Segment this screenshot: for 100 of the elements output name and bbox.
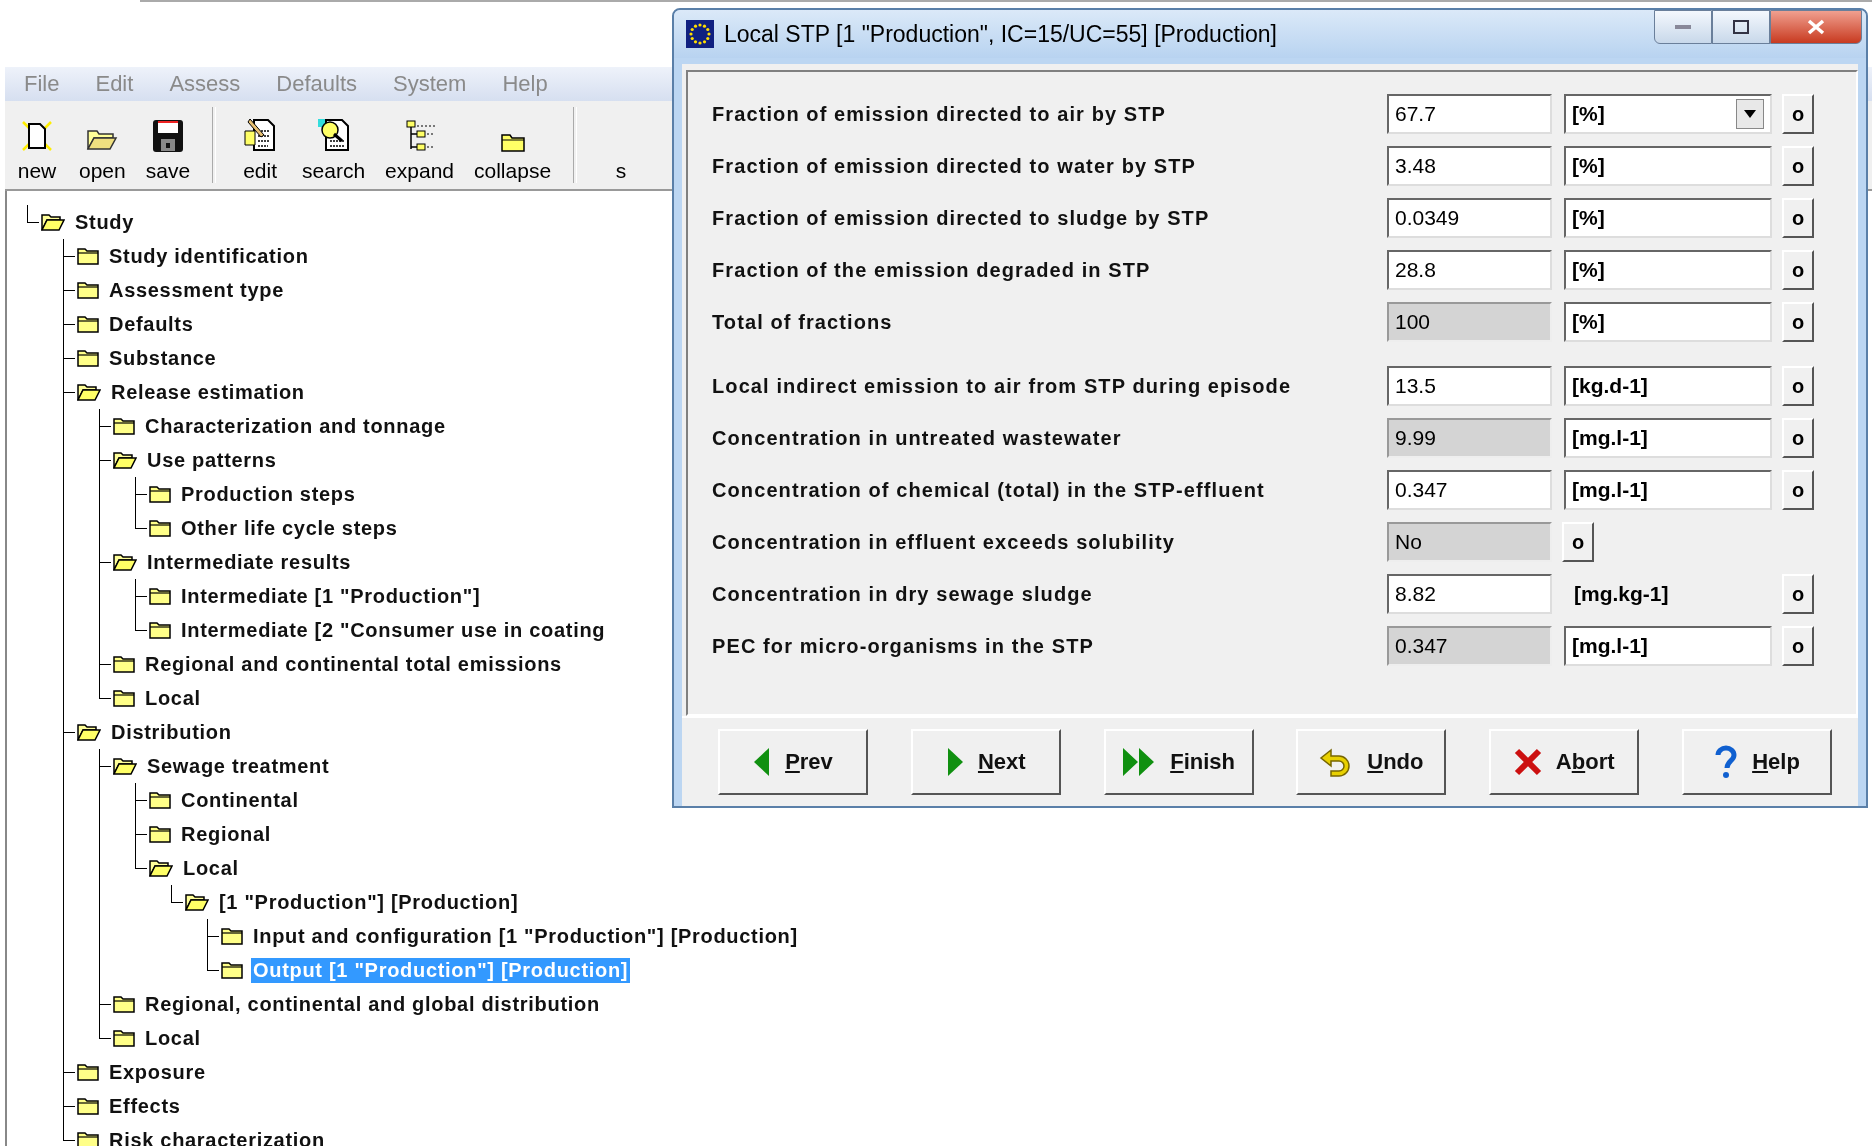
minimize-icon	[1675, 25, 1691, 29]
tree-item[interactable]: Intermediate [2 "Consumer use in coating	[179, 617, 608, 643]
tree-item[interactable]: Distribution	[109, 719, 234, 745]
new-document-icon	[19, 119, 55, 153]
option-button[interactable]: o	[1782, 366, 1814, 406]
tree-item[interactable]: Local	[143, 1025, 203, 1051]
tree-item[interactable]: Input and configuration [1 "Production"] [Production]	[251, 923, 800, 949]
flag-icon	[686, 20, 714, 48]
toolbar-button[interactable]: search	[292, 117, 376, 189]
tree-item[interactable]: Exposure	[107, 1059, 208, 1085]
tree-item[interactable]: Release estimation	[109, 379, 307, 405]
tree-item[interactable]: Production steps	[179, 481, 358, 507]
tree-item[interactable]: [1 "Production"] [Production]	[217, 889, 521, 915]
field-label: PEC for micro-organisms in the STP	[712, 634, 1095, 658]
toolbar-button[interactable]: s	[589, 119, 654, 189]
unit-field[interactable]: [mg.l-1]	[1564, 470, 1772, 510]
tree-item[interactable]: Sewage treatment	[145, 753, 332, 779]
document-magnifier-icon	[315, 117, 352, 153]
toolbar-button[interactable]: save	[135, 119, 201, 189]
wizard-button[interactable]: Undo	[1296, 729, 1447, 795]
field-label: Concentration in dry sewage sludge	[712, 582, 1094, 606]
close-icon	[1807, 19, 1825, 35]
tree-item[interactable]: Substance	[107, 345, 219, 371]
cross-icon	[1513, 747, 1542, 777]
value-field[interactable]: 13.5	[1387, 366, 1552, 406]
value-field[interactable]: 67.7	[1387, 94, 1552, 134]
option-button[interactable]: o	[1782, 198, 1814, 238]
option-button[interactable]: o	[1562, 522, 1594, 562]
unit-field[interactable]: [%]	[1564, 302, 1772, 342]
tree-item[interactable]: Regional and continental total emissions	[143, 651, 564, 677]
tree-item[interactable]: Effects	[107, 1093, 183, 1119]
tree-item[interactable]: Local	[181, 855, 241, 881]
unit-dropdown[interactable]: [%]	[1564, 94, 1772, 134]
tree-item[interactable]: Assessment type	[107, 277, 287, 303]
dropdown-arrow-icon	[1744, 110, 1756, 118]
value-field[interactable]: No	[1387, 522, 1552, 562]
field-label: Total of fractions	[712, 310, 894, 334]
value-field[interactable]: 0.347	[1387, 626, 1552, 666]
wizard-button[interactable]: Help	[1682, 729, 1832, 795]
field-label: Fraction of emission directed to air by STP	[712, 102, 1168, 126]
option-button[interactable]: o	[1782, 146, 1814, 186]
folder-icon	[499, 131, 526, 153]
minimize-button[interactable]	[1654, 10, 1712, 44]
tree-item[interactable]: Study	[73, 209, 137, 235]
field-label: Fraction of the emission degraded in STP	[712, 258, 1152, 282]
wizard-button[interactable]: Abort	[1489, 729, 1640, 795]
open-folder-icon	[86, 127, 119, 153]
option-button[interactable]: o	[1782, 94, 1814, 134]
field-label: Concentration in effluent exceeds solubility	[712, 530, 1176, 554]
field-label: Concentration in untreated wastewater	[712, 426, 1123, 450]
option-button[interactable]: o	[1782, 626, 1814, 666]
toolbar-button[interactable]: open	[69, 127, 136, 189]
close-button[interactable]	[1770, 10, 1862, 44]
tree-item[interactable]: Study identification	[107, 243, 311, 269]
left-arrow-icon	[753, 747, 772, 777]
unit-field[interactable]: [mg.l-1]	[1564, 418, 1772, 458]
wizard-button[interactable]: Next	[910, 729, 1061, 795]
unit-label: [mg.kg-1]	[1573, 581, 1670, 607]
field-label: Local indirect emission to air from STP during episode	[712, 374, 1293, 398]
tree-item[interactable]: Risk characterization	[107, 1127, 327, 1146]
unit-field[interactable]: [%]	[1564, 250, 1772, 290]
maximize-icon	[1733, 20, 1749, 34]
option-button[interactable]: o	[1782, 574, 1814, 614]
toolbar-button[interactable]: expand	[375, 119, 464, 189]
maximize-button[interactable]	[1712, 10, 1770, 44]
unit-field[interactable]: [kg.d-1]	[1564, 366, 1772, 406]
value-field[interactable]: 9.99	[1387, 418, 1552, 458]
toolbar-button[interactable]: edit	[228, 117, 293, 189]
unit-field[interactable]: [mg.l-1]	[1564, 626, 1772, 666]
tree-item[interactable]: Regional	[179, 821, 274, 847]
value-field[interactable]: 0.347	[1387, 470, 1552, 510]
option-button[interactable]: o	[1782, 418, 1814, 458]
option-button[interactable]: o	[1782, 302, 1814, 342]
toolbar-button[interactable]: collapse	[464, 131, 562, 189]
window-title: Local STP [1 "Production", IC=15/UC=55] [Production]	[724, 20, 1278, 48]
value-field[interactable]: 28.8	[1387, 250, 1552, 290]
tree-item[interactable]: Continental	[179, 787, 301, 813]
tree-item[interactable]: Local	[143, 685, 203, 711]
tree-item[interactable]: Defaults	[107, 311, 196, 337]
tree-item[interactable]: Intermediate results	[145, 549, 354, 575]
wizard-button[interactable]: Finish	[1103, 729, 1254, 795]
option-button[interactable]: o	[1782, 250, 1814, 290]
option-button[interactable]: o	[1782, 470, 1814, 510]
folder-tree-icon	[403, 119, 436, 153]
value-field[interactable]: 8.82	[1387, 574, 1552, 614]
tree-item[interactable]: Intermediate [1 "Production"]	[179, 583, 483, 609]
wizard-button[interactable]: Prev	[718, 729, 868, 795]
tree-item[interactable]: Other life cycle steps	[179, 515, 400, 541]
tree-item[interactable]: Regional, continental and global distribution	[143, 991, 602, 1017]
value-field[interactable]: 0.0349	[1387, 198, 1552, 238]
question-mark-icon	[1714, 745, 1739, 779]
unit-field[interactable]: [%]	[1564, 198, 1772, 238]
toolbar-button[interactable]: new	[5, 119, 69, 189]
unit-field[interactable]: [%]	[1564, 146, 1772, 186]
value-field[interactable]: 3.48	[1387, 146, 1552, 186]
tree-item[interactable]: Characterization and tonnage	[143, 413, 448, 439]
field-label: Fraction of emission directed to sludge by STP	[712, 206, 1211, 230]
field-label: Concentration of chemical (total) in the STP-effluent	[712, 478, 1266, 502]
tree-item[interactable]: Use patterns	[145, 447, 279, 473]
value-field[interactable]: 100	[1387, 302, 1552, 342]
